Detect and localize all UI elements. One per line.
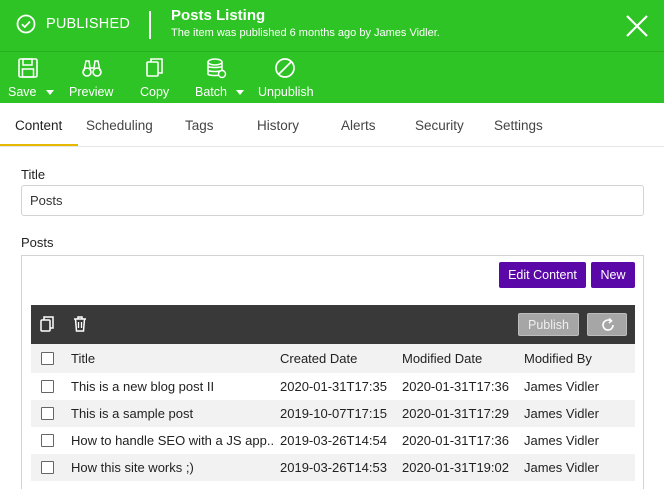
save-icon [18, 58, 38, 78]
copy-icon [146, 58, 163, 77]
check-circle-icon [16, 14, 36, 34]
table-row[interactable]: This is a new blog post II 2020-01-31T17… [31, 373, 635, 400]
row-checkbox[interactable] [41, 434, 54, 447]
block-icon [275, 58, 295, 78]
modified-date: 2020-01-31T19:02 [402, 460, 509, 475]
created-date: 2019-03-26T14:53 [280, 460, 387, 475]
table-row[interactable]: How this site works ;) 2019-03-26T14:53 … [31, 454, 635, 481]
edit-content-button[interactable]: Edit Content [499, 262, 586, 288]
modified-date: 2020-01-31T17:29 [402, 406, 509, 421]
posts-field-label: Posts [21, 235, 54, 250]
copy-label: Copy [140, 85, 170, 99]
new-button[interactable]: New [591, 262, 635, 288]
close-icon[interactable] [624, 13, 650, 39]
save-button[interactable]: Save [6, 52, 58, 104]
tab-alerts[interactable]: Alerts [341, 103, 376, 147]
post-title: How this site works ;) [71, 460, 194, 475]
preview-label: Preview [69, 85, 114, 99]
title-input[interactable] [21, 185, 644, 216]
tab-settings[interactable]: Settings [494, 103, 543, 147]
copy-icon[interactable] [39, 315, 57, 333]
tab-tags[interactable]: Tags [185, 103, 214, 147]
modified-by: James Vidler [524, 406, 599, 421]
batch-dropdown-caret[interactable] [236, 90, 244, 95]
unpublish-button[interactable]: Unpublish [257, 52, 315, 104]
refresh-icon [602, 317, 614, 331]
preview-button[interactable]: Preview [66, 52, 118, 104]
unpublish-label: Unpublish [258, 85, 314, 99]
batch-label: Batch [195, 85, 227, 99]
tab-history[interactable]: History [257, 103, 299, 147]
tab-content[interactable]: Content [15, 103, 62, 147]
page-title: Posts Listing [171, 7, 266, 24]
table-header-row: Title Created Date Modified Date Modifie… [31, 344, 635, 373]
editor-tabs: Content Scheduling Tags History Alerts S… [0, 103, 664, 147]
column-header-title[interactable]: Title [71, 344, 95, 373]
grid-toolbar: Publish [31, 305, 635, 344]
title-field-label: Title [21, 167, 46, 182]
header-divider [149, 11, 151, 39]
table-row[interactable]: How to handle SEO with a JS app... 2019-… [31, 427, 635, 454]
status-header: PUBLISHED Posts Listing The item was pub… [0, 0, 664, 51]
trash-icon[interactable] [71, 315, 89, 333]
batch-button[interactable]: Batch [193, 52, 249, 104]
modified-date: 2020-01-31T17:36 [402, 433, 509, 448]
row-checkbox[interactable] [41, 407, 54, 420]
created-date: 2020-01-31T17:35 [280, 379, 387, 394]
post-title: This is a new blog post II [71, 379, 215, 394]
column-header-modified[interactable]: Modified Date [402, 344, 482, 373]
column-header-created[interactable]: Created Date [280, 344, 357, 373]
refresh-button[interactable] [587, 313, 627, 336]
published-status: PUBLISHED [16, 14, 130, 34]
status-label: PUBLISHED [46, 16, 130, 32]
publish-info: The item was published 6 months ago by J… [171, 27, 440, 39]
copy-button[interactable]: Copy [136, 52, 176, 104]
binoculars-icon [82, 60, 102, 77]
created-date: 2019-03-26T14:54 [280, 433, 387, 448]
tab-security[interactable]: Security [415, 103, 464, 147]
post-title: How to handle SEO with a JS app... [71, 433, 275, 448]
publish-button[interactable]: Publish [518, 313, 579, 336]
modified-by: James Vidler [524, 433, 599, 448]
save-label: Save [8, 85, 37, 99]
active-tab-indicator [0, 144, 78, 146]
row-checkbox[interactable] [41, 461, 54, 474]
table-row[interactable]: This is a sample post 2019-10-07T17:15 2… [31, 400, 635, 427]
modified-by: James Vidler [524, 379, 599, 394]
post-title: This is a sample post [71, 406, 194, 421]
column-header-modified-by[interactable]: Modified By [524, 344, 592, 373]
posts-table: Title Created Date Modified Date Modifie… [31, 344, 635, 481]
row-checkbox[interactable] [41, 380, 54, 393]
save-dropdown-caret[interactable] [46, 90, 54, 95]
action-toolbar: Save Preview Copy Batch Unpublish [0, 51, 664, 103]
tab-scheduling[interactable]: Scheduling [86, 103, 153, 147]
created-date: 2019-10-07T17:15 [280, 406, 387, 421]
modified-date: 2020-01-31T17:36 [402, 379, 509, 394]
select-all-checkbox[interactable] [41, 352, 54, 365]
modified-by: James Vidler [524, 460, 599, 475]
database-icon [207, 58, 227, 79]
